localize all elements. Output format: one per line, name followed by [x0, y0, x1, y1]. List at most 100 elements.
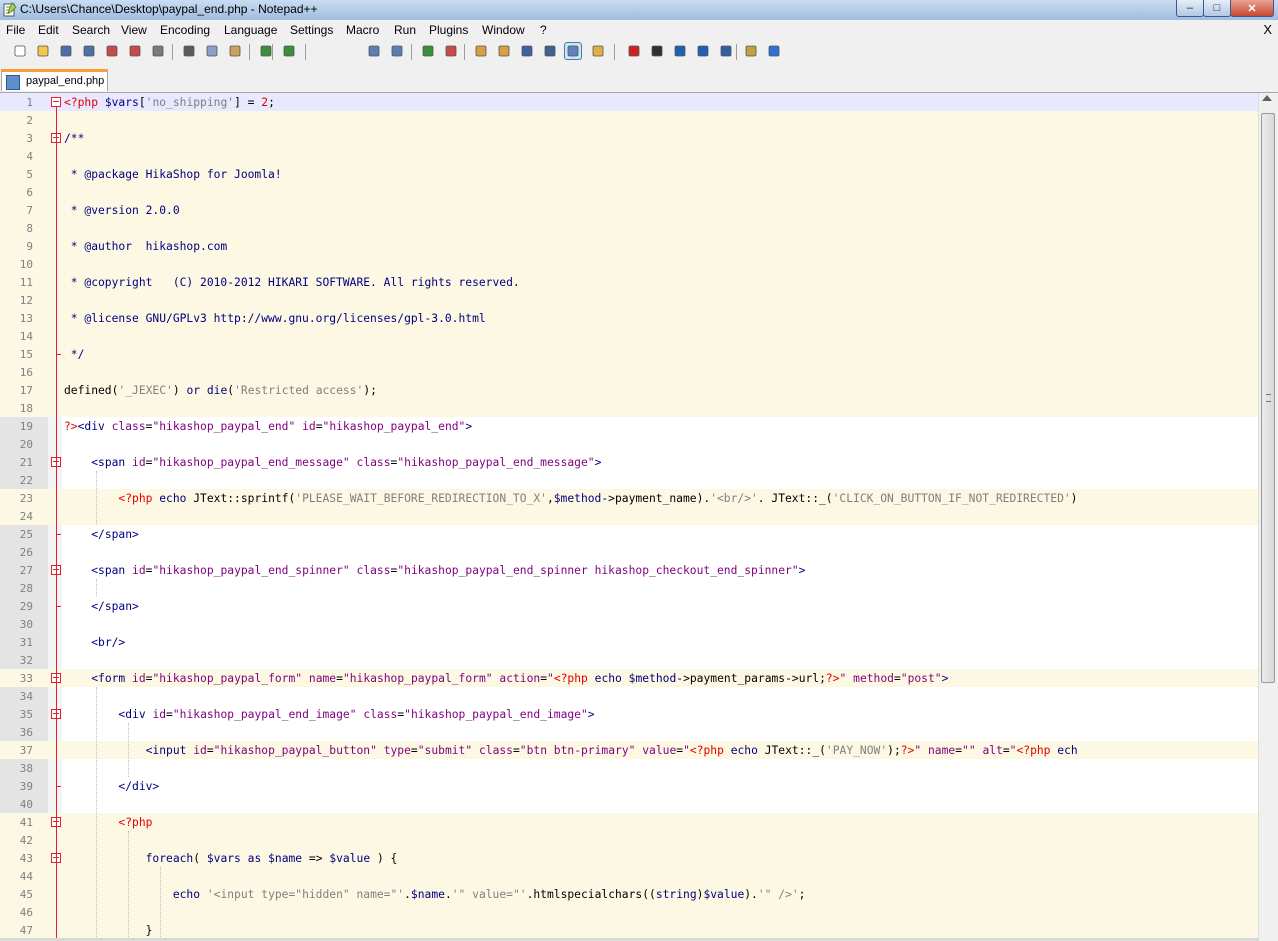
code-line[interactable]: 34	[0, 687, 1258, 705]
code-line[interactable]: 25 </span>	[0, 525, 1258, 543]
code-line[interactable]: 24	[0, 507, 1258, 525]
code-line[interactable]: 40	[0, 795, 1258, 813]
zoom-in-icon[interactable]	[420, 43, 436, 59]
find-icon[interactable]	[366, 43, 382, 59]
tab-paypal-end-php[interactable]: paypal_end.php	[1, 69, 108, 91]
close-icon[interactable]	[104, 43, 120, 59]
code-line[interactable]: 37 <input id="hikashop_paypal_button" ty…	[0, 741, 1258, 759]
code-line[interactable]: 33 <form id="hikashop_paypal_form" name=…	[0, 669, 1258, 687]
close-window-button[interactable]: ✕	[1230, 0, 1274, 17]
maximize-button[interactable]: □	[1203, 0, 1231, 17]
code-line[interactable]: 29 </span>	[0, 597, 1258, 615]
code-editor[interactable]: 1 <?php $vars['no_shipping'] = 2; 2 3/** 4 5 …	[0, 93, 1278, 941]
code-line[interactable]: 8	[0, 219, 1258, 237]
sync-horizontal-icon[interactable]	[496, 43, 512, 59]
code-line[interactable]: 42	[0, 831, 1258, 849]
code-line[interactable]: 44	[0, 867, 1258, 885]
code-line[interactable]: 1 <?php $vars['no_shipping'] = 2;	[0, 93, 1258, 111]
menu-run[interactable]: Run	[394, 23, 416, 37]
minimize-button[interactable]: –	[1176, 0, 1204, 17]
menu-edit[interactable]: Edit	[38, 23, 59, 37]
indent-guide-icon[interactable]	[564, 42, 582, 60]
code-line[interactable]: 14	[0, 327, 1258, 345]
menu-search[interactable]: Search	[72, 23, 110, 37]
replace-icon[interactable]	[389, 43, 405, 59]
code-line[interactable]: 20	[0, 435, 1258, 453]
code-line[interactable]: 17 defined('_JEXEC') or die('Restricted a…	[0, 381, 1258, 399]
print-icon[interactable]	[150, 43, 166, 59]
code-line[interactable]: 31 <br/>	[0, 633, 1258, 651]
stop-record-icon[interactable]	[649, 43, 665, 59]
code-line[interactable]: 16	[0, 363, 1258, 381]
menu-macro[interactable]: Macro	[346, 23, 379, 37]
menu-help[interactable]: ?	[540, 23, 547, 37]
code-line[interactable]: 36	[0, 723, 1258, 741]
menu-window[interactable]: Window	[482, 23, 525, 37]
close-document-button[interactable]: X	[1263, 22, 1272, 37]
code-line[interactable]: 7 * @version 2.0.0	[0, 201, 1258, 219]
code-line[interactable]: 11 * @copyright (C) 2010-2012 HIKARI SOF…	[0, 273, 1258, 291]
code-line[interactable]: 6	[0, 183, 1258, 201]
menu-plugins[interactable]: Plugins	[429, 23, 468, 37]
save-macro-icon[interactable]	[718, 43, 734, 59]
code-line[interactable]: 45 echo '<input type="hidden" name="'.$n…	[0, 885, 1258, 903]
code-line[interactable]: 38	[0, 759, 1258, 777]
fold-toggle-icon[interactable]	[51, 97, 61, 107]
code-line[interactable]: 26	[0, 543, 1258, 561]
code-line[interactable]: 22	[0, 471, 1258, 489]
spell-check-icon[interactable]	[766, 43, 782, 59]
translate-icon[interactable]	[743, 43, 759, 59]
new-file-icon[interactable]	[12, 43, 28, 59]
code-text: * @package HikaShop for Joomla!	[64, 168, 282, 181]
record-macro-icon[interactable]	[626, 43, 642, 59]
cut-icon[interactable]	[181, 43, 197, 59]
menu-view[interactable]: View	[121, 23, 147, 37]
code-line[interactable]: 2	[0, 111, 1258, 129]
vertical-scrollbar[interactable]	[1258, 93, 1278, 941]
open-file-icon[interactable]	[35, 43, 51, 59]
word-wrap-icon[interactable]	[519, 43, 535, 59]
save-icon[interactable]	[58, 43, 74, 59]
paste-icon[interactable]	[227, 43, 243, 59]
play-multiple-icon[interactable]	[695, 43, 711, 59]
code-line[interactable]: 9 * @author hikashop.com	[0, 237, 1258, 255]
code-line[interactable]: 39 </div>	[0, 777, 1258, 795]
line-number: 31	[19, 636, 33, 649]
code-line[interactable]: 19 ?><div class="hikashop_paypal_end" id=…	[0, 417, 1258, 435]
code-line[interactable]: 5 * @package HikaShop for Joomla!	[0, 165, 1258, 183]
zoom-out-icon[interactable]	[443, 43, 459, 59]
menu-encoding[interactable]: Encoding	[160, 23, 210, 37]
code-line[interactable]: 13 * @license GNU/GPLv3 http://www.gnu.o…	[0, 309, 1258, 327]
code-line[interactable]: 18	[0, 399, 1258, 417]
play-macro-icon[interactable]	[672, 43, 688, 59]
code-line[interactable]: 41 <?php	[0, 813, 1258, 831]
code-line[interactable]: 21 <span id="hikashop_paypal_end_message…	[0, 453, 1258, 471]
code-line[interactable]: 3 /**	[0, 129, 1258, 147]
code-line[interactable]: 4	[0, 147, 1258, 165]
menu-file[interactable]: File	[6, 23, 25, 37]
menu-settings[interactable]: Settings	[290, 23, 333, 37]
code-line[interactable]: 10	[0, 255, 1258, 273]
code-line[interactable]: 23 <?php echo JText::sprintf('PLEASE_WAI…	[0, 489, 1258, 507]
code-line[interactable]: 47 }	[0, 921, 1258, 939]
copy-icon[interactable]	[204, 43, 220, 59]
save-all-icon[interactable]	[81, 43, 97, 59]
code-line[interactable]: 12	[0, 291, 1258, 309]
sync-vertical-icon[interactable]	[473, 43, 489, 59]
code-line[interactable]: 43 foreach( $vars as $name => $value ) {	[0, 849, 1258, 867]
close-all-icon[interactable]	[127, 43, 143, 59]
code-line[interactable]: 27 <span id="hikashop_paypal_end_spinner…	[0, 561, 1258, 579]
scroll-up-arrow-icon[interactable]	[1262, 95, 1272, 101]
fold-line	[56, 107, 57, 939]
code-line[interactable]: 35 <div id="hikashop_paypal_end_image" c…	[0, 705, 1258, 723]
show-all-chars-icon[interactable]	[542, 43, 558, 59]
code-line[interactable]: 30	[0, 615, 1258, 633]
code-line[interactable]: 46	[0, 903, 1258, 921]
menu-language[interactable]: Language	[224, 23, 277, 37]
fold-all-icon[interactable]	[590, 43, 606, 59]
code-line[interactable]: 28	[0, 579, 1258, 597]
scrollbar-thumb[interactable]	[1261, 113, 1275, 683]
code-line[interactable]: 32	[0, 651, 1258, 669]
code-line[interactable]: 15 */	[0, 345, 1258, 363]
redo-icon[interactable]	[281, 43, 297, 59]
